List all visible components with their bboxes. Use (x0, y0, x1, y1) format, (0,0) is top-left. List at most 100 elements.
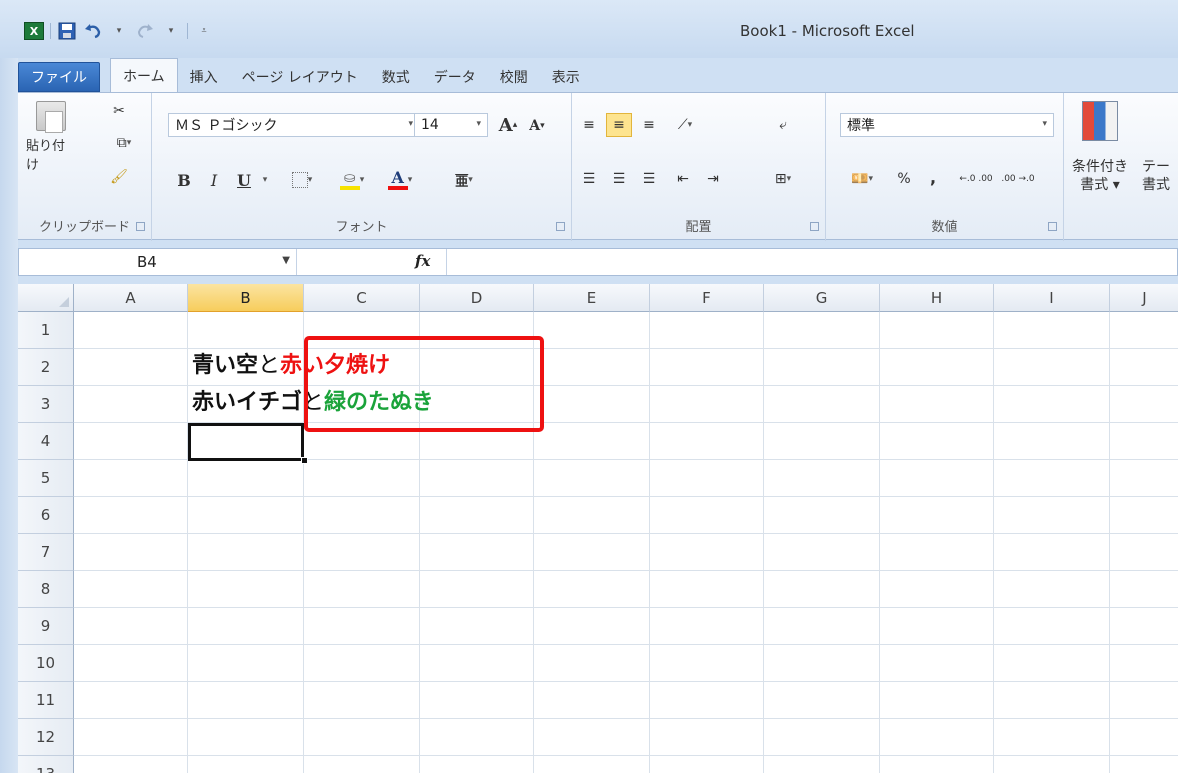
paste-button[interactable]: 貼り付け (26, 101, 76, 173)
borders-button[interactable]: ▾ (282, 167, 322, 193)
fill-handle[interactable] (301, 457, 308, 464)
row-header-2[interactable]: 2 (18, 349, 74, 386)
orientation-button[interactable]: ⟋ ▾ (668, 113, 702, 137)
align-middle-button[interactable]: ≡ (606, 113, 632, 137)
insert-function-icon[interactable]: fx (415, 252, 430, 270)
formula-input[interactable] (449, 249, 1177, 275)
number-format-combo[interactable]: 標準 ▾ (840, 113, 1054, 137)
save-icon[interactable] (57, 22, 77, 40)
cell-b3-part1: 赤いイチゴ (192, 390, 303, 415)
row-header-6[interactable]: 6 (18, 497, 74, 534)
tab-file[interactable]: ファイル (18, 62, 100, 92)
alignment-launcher-icon[interactable] (810, 222, 819, 231)
row-header-13[interactable]: 13 (18, 756, 74, 773)
row-header-5[interactable]: 5 (18, 460, 74, 497)
tab-data[interactable]: データ (422, 62, 488, 92)
chevron-down-icon: ▾ (407, 175, 413, 185)
excel-logo-icon[interactable]: X (24, 22, 44, 40)
active-cell-b4[interactable] (188, 423, 304, 461)
italic-button[interactable]: I (202, 167, 226, 193)
align-bottom-button[interactable]: ≡ (636, 113, 662, 137)
align-center-icon: ☰ (612, 171, 626, 187)
align-left-button[interactable]: ☰ (576, 167, 602, 191)
chevron-down-icon[interactable]: ▼ (282, 255, 290, 266)
tab-view[interactable]: 表示 (540, 62, 592, 92)
fill-color-button[interactable]: ⛀ ▾ (330, 165, 374, 195)
row-header-12[interactable]: 12 (18, 719, 74, 756)
row-header-4[interactable]: 4 (18, 423, 74, 460)
column-header-h[interactable]: H (880, 284, 994, 312)
gridline-horizontal (74, 755, 1178, 756)
row-header-1[interactable]: 1 (18, 312, 74, 349)
underline-button[interactable]: U (232, 167, 256, 193)
row-header-9[interactable]: 9 (18, 608, 74, 645)
column-header-e[interactable]: E (534, 284, 650, 312)
tab-home[interactable]: ホーム (110, 58, 178, 92)
column-header-a[interactable]: A (74, 284, 188, 312)
bold-button[interactable]: B (172, 167, 196, 193)
shrink-font-button[interactable]: A ▾ (524, 115, 550, 137)
column-header-d[interactable]: D (420, 284, 534, 312)
redo-dropdown-icon[interactable]: ▾ (161, 22, 181, 40)
increase-indent-button[interactable]: ⇥ (700, 167, 726, 191)
redo-icon[interactable] (135, 22, 155, 40)
clipboard-launcher-icon[interactable] (136, 222, 145, 231)
column-header-f[interactable]: F (650, 284, 764, 312)
font-size-combo[interactable]: 14 ▾ (414, 113, 488, 137)
tab-page-layout[interactable]: ページ レイアウト (230, 62, 370, 92)
phonetic-guide-button[interactable]: 亜 ▾ (442, 165, 486, 195)
quick-access-toolbar: X ▾ ▾ ⩡ (24, 22, 214, 40)
column-header-c[interactable]: C (304, 284, 420, 312)
wrap-text-button[interactable]: ⤶ (768, 113, 798, 137)
grow-font-icon: A (498, 114, 513, 136)
decrease-decimal-button[interactable]: .00 →.0 (998, 167, 1038, 191)
tab-formulas[interactable]: 数式 (370, 62, 422, 92)
column-header-g[interactable]: G (764, 284, 880, 312)
row-header-3[interactable]: 3 (18, 386, 74, 423)
copy-button[interactable]: ⧉ ▾ (106, 131, 142, 155)
copy-dropdown-icon: ▾ (126, 138, 132, 148)
tab-review[interactable]: 校閲 (488, 62, 540, 92)
align-right-button[interactable]: ☰ (636, 167, 662, 191)
font-color-button[interactable]: A ▾ (378, 165, 422, 195)
gridline-horizontal (74, 644, 1178, 645)
name-box[interactable]: B4 ▼ (19, 249, 297, 275)
undo-icon[interactable] (83, 22, 103, 40)
grow-font-button[interactable]: A ▴ (494, 113, 522, 137)
align-top-button[interactable]: ≡ (576, 113, 602, 137)
accounting-format-button[interactable]: 💴 ▾ (842, 167, 882, 191)
row-header-8[interactable]: 8 (18, 571, 74, 608)
merge-center-button[interactable]: ⊞ ▾ (764, 167, 802, 191)
increase-indent-icon: ⇥ (707, 171, 719, 187)
format-painter-button[interactable]: 🖌 (106, 165, 132, 189)
cut-button[interactable]: ✂ (106, 99, 132, 123)
align-center-button[interactable]: ☰ (606, 167, 632, 191)
percent-style-button[interactable]: % (892, 167, 916, 191)
align-right-icon: ☰ (642, 171, 656, 187)
ribbon-tabs: ファイル ホーム 挿入 ページ レイアウト 数式 データ 校閲 表示 (18, 58, 592, 92)
row-header-11[interactable]: 11 (18, 682, 74, 719)
row-header-10[interactable]: 10 (18, 645, 74, 682)
comma-style-button[interactable]: , (924, 165, 942, 189)
column-header-i[interactable]: I (994, 284, 1110, 312)
column-header-j[interactable]: J (1110, 284, 1178, 312)
underline-dropdown-icon[interactable]: ▾ (258, 167, 272, 193)
number-launcher-icon[interactable] (1048, 222, 1057, 231)
tab-insert[interactable]: 挿入 (178, 62, 230, 92)
font-launcher-icon[interactable] (556, 222, 565, 231)
row-header-7[interactable]: 7 (18, 534, 74, 571)
font-name-combo[interactable]: ＭＳ Ｐゴシック ▾ (168, 113, 420, 137)
format-as-table-button[interactable]: テー 書式 (1134, 155, 1178, 197)
currency-icon: 💴 (851, 171, 869, 187)
customize-qat-icon[interactable]: ⩡ (194, 22, 214, 40)
gridline-horizontal (74, 570, 1178, 571)
increase-decimal-button[interactable]: ←.0 .00 (956, 167, 996, 191)
column-header-b[interactable]: B (188, 284, 304, 312)
gridline-vertical (187, 312, 188, 773)
decrease-indent-button[interactable]: ⇤ (670, 167, 696, 191)
undo-dropdown-icon[interactable]: ▾ (109, 22, 129, 40)
worksheet-grid[interactable]: 13121110987654321JIHGFEDCBA 青い空と赤い夕焼け 赤い… (18, 284, 1178, 773)
select-all-button[interactable] (18, 284, 74, 312)
window-frame-left (0, 58, 18, 773)
conditional-formatting-button[interactable]: 条件付き 書式 ▾ (1068, 155, 1132, 197)
